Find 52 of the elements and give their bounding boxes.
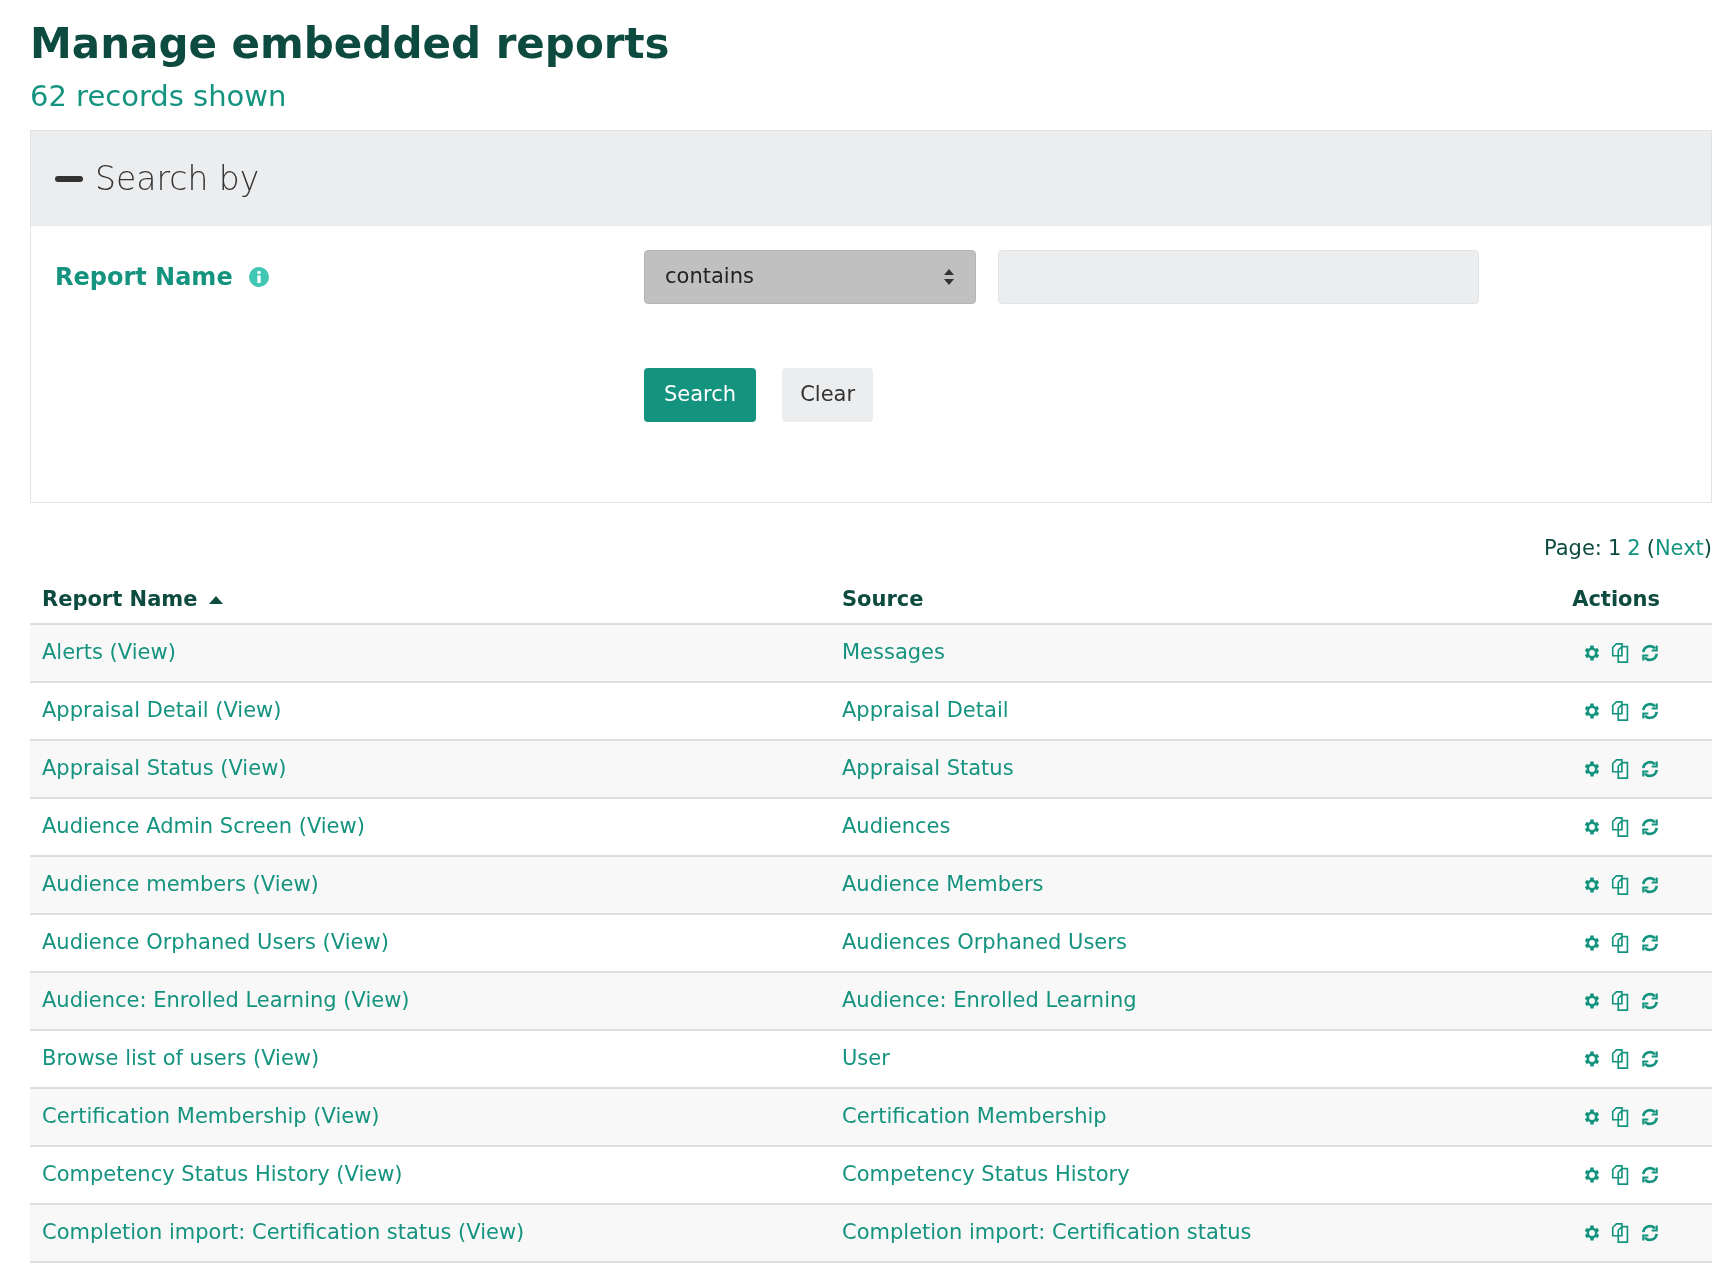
close-paren: )	[1703, 535, 1712, 562]
refresh-icon[interactable]	[1640, 700, 1660, 721]
page-label: Page:	[1544, 535, 1602, 562]
page-link[interactable]: 1	[1607, 533, 1622, 565]
report-name-link[interactable]: Browse list of users (View)	[42, 1045, 320, 1070]
report-name-link[interactable]: Audience members (View)	[42, 871, 319, 896]
refresh-icon[interactable]	[1640, 874, 1660, 895]
column-header[interactable]: Source	[842, 583, 924, 616]
source-link[interactable]: Audience Members	[842, 871, 1044, 896]
source-link[interactable]: Audiences Orphaned Users	[842, 929, 1127, 954]
source-link[interactable]: Audiences	[842, 813, 951, 838]
report-name-link[interactable]: Audience Admin Screen (View)	[42, 813, 365, 838]
source-link[interactable]: User	[842, 1045, 890, 1070]
field-label: Report Name	[55, 262, 233, 293]
refresh-icon[interactable]	[1640, 642, 1660, 663]
search-panel-header[interactable]: Search by	[31, 131, 1711, 226]
next-link[interactable]: Next	[1654, 533, 1704, 565]
refresh-icon[interactable]	[1640, 1106, 1660, 1127]
source-link[interactable]: Completion import: Certification status	[842, 1219, 1252, 1244]
open-paren: (	[1646, 535, 1655, 562]
page-link[interactable]: 2	[1627, 533, 1641, 565]
sort-arrows-icon	[943, 268, 955, 286]
report-name-link[interactable]: Audience: Enrolled Learning (View)	[42, 987, 410, 1012]
report-name-link[interactable]: Completion import: Certification status (View)	[42, 1219, 525, 1244]
refresh-icon[interactable]	[1640, 816, 1660, 837]
info-icon[interactable]	[248, 267, 269, 287]
source-link[interactable]: Messages	[842, 639, 945, 664]
refresh-icon[interactable]	[1640, 1164, 1660, 1185]
search-input[interactable]	[998, 250, 1479, 304]
report-name-link[interactable]: Alerts (View)	[42, 639, 176, 664]
column-header[interactable]: Actions	[1572, 583, 1660, 616]
refresh-icon[interactable]	[1640, 1222, 1660, 1243]
report-name-link[interactable]: Audience Orphaned Users (View)	[42, 929, 389, 954]
clear-button[interactable]: Clear	[782, 368, 874, 422]
source-link[interactable]: Audience: Enrolled Learning	[842, 987, 1137, 1012]
refresh-icon[interactable]	[1640, 1048, 1660, 1069]
operator-select[interactable]: contains	[644, 250, 976, 304]
page-title: Manage embedded reports	[30, 18, 671, 70]
refresh-icon[interactable]	[1640, 990, 1660, 1011]
refresh-icon[interactable]	[1640, 758, 1660, 779]
source-link[interactable]: Competency Status History	[842, 1161, 1130, 1186]
report-name-link[interactable]: Appraisal Status (View)	[42, 755, 287, 780]
source-link[interactable]: Appraisal Status	[842, 755, 1014, 780]
search-button[interactable]: Search	[644, 368, 757, 422]
column-header[interactable]: Report Name	[42, 583, 198, 616]
record-count: 62 records shown	[30, 77, 288, 115]
source-link[interactable]: Appraisal Detail	[842, 697, 1009, 722]
source-link[interactable]: Certification Membership	[842, 1103, 1107, 1128]
report-name-link[interactable]: Competency Status History (View)	[42, 1161, 403, 1186]
report-name-link[interactable]: Certification Membership (View)	[42, 1103, 380, 1128]
refresh-icon[interactable]	[1640, 932, 1660, 953]
report-name-link[interactable]: Appraisal Detail (View)	[42, 697, 282, 722]
